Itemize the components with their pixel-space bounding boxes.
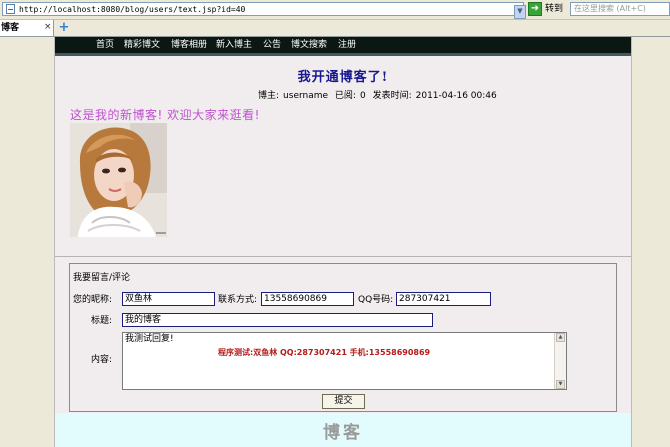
tab-blog[interactable]: 博客 × [0,20,54,36]
textarea-scrollbar[interactable]: ▲ ▼ [554,333,566,389]
nav-announcements[interactable]: 公告 [263,39,281,51]
scroll-down-icon[interactable]: ▼ [556,380,565,389]
go-button[interactable]: ➜ 转到 [528,2,566,16]
nav-home[interactable]: 首页 [96,39,114,51]
content-signature: 程序测试:双鱼林 QQ:287307421 手机:13558690869 [218,348,431,357]
address-url[interactable]: http://localhost:8080/blog/users/text.js… [19,4,245,15]
nav-search-posts[interactable]: 博文搜索 [291,39,327,51]
author-name: username [283,91,329,101]
site-navbar: 首页 精彩博文 博客相册 新入博主 公告 博文搜索 注册 [55,37,631,56]
go-arrow-icon: ➜ [528,2,542,16]
post-body: 这是我的新博客! 欢迎大家来逛看! [70,108,260,122]
views-label: 已阅: [334,91,356,101]
content-text: 我测试回复! [125,334,174,344]
time-label: 发表时间: [372,91,412,101]
footer-text: 博客 [323,423,363,443]
content-textarea[interactable]: 我测试回复! 程序测试:双鱼林 QQ:287307421 手机:13558690… [122,332,567,390]
nickname-label: 您的昵称: [73,295,113,305]
submit-button[interactable]: 提交 [322,394,365,409]
section-divider [55,256,631,257]
scroll-up-icon[interactable]: ▲ [556,333,565,342]
page-container: 首页 精彩博文 博客相册 新入博主 公告 博文搜索 注册 我开通博客了! 博主:… [54,37,632,447]
views-count: 0 [359,91,366,101]
address-bar-row: http://localhost:8080/blog/users/text.js… [0,0,670,20]
qq-field[interactable]: 287307421 [396,292,491,306]
address-field[interactable]: http://localhost:8080/blog/users/text.js… [2,2,526,19]
post-meta: 博主: username 已阅: 0 发表时间: 2011-04-16 00:46 [258,88,501,101]
comment-form-heading: 我要留言/评论 [73,273,131,283]
footer-band: 博客 [55,413,631,447]
search-input[interactable]: 在这里搜索 (Alt+C) [570,2,670,16]
nickname-field[interactable]: 双鱼林 [122,292,215,306]
post-title: 我开通博客了! [297,70,389,85]
nav-albums[interactable]: 博客相册 [171,39,207,51]
qq-label: QQ号码: [358,295,394,305]
post-photo [70,123,167,237]
nav-featured-posts[interactable]: 精彩博文 [124,39,160,51]
post-time: 2011-04-16 00:46 [415,91,497,101]
subject-label: 标题: [91,316,113,326]
nav-new-bloggers[interactable]: 新入博主 [216,39,252,51]
subject-field[interactable]: 我的博客 [122,313,433,327]
go-label: 转到 [545,4,564,14]
chevron-down-icon[interactable]: ▼ [514,5,526,19]
close-icon[interactable]: × [44,21,52,33]
contact-label: 联系方式: [218,295,258,305]
page-icon [6,4,15,14]
author-label: 博主: [258,91,280,101]
page-viewport: 首页 精彩博文 博客相册 新入博主 公告 博文搜索 注册 我开通博客了! 博主:… [0,37,670,447]
tab-title: 博客 [1,23,20,33]
comment-form: 我要留言/评论 您的昵称: 双鱼林 联系方式: 13558690869 QQ号码… [69,263,617,412]
tab-strip: 博客 × + [0,20,670,37]
nav-register[interactable]: 注册 [338,39,356,51]
content-label: 内容: [91,355,113,365]
contact-field[interactable]: 13558690869 [261,292,354,306]
new-tab-icon[interactable]: + [57,21,71,35]
